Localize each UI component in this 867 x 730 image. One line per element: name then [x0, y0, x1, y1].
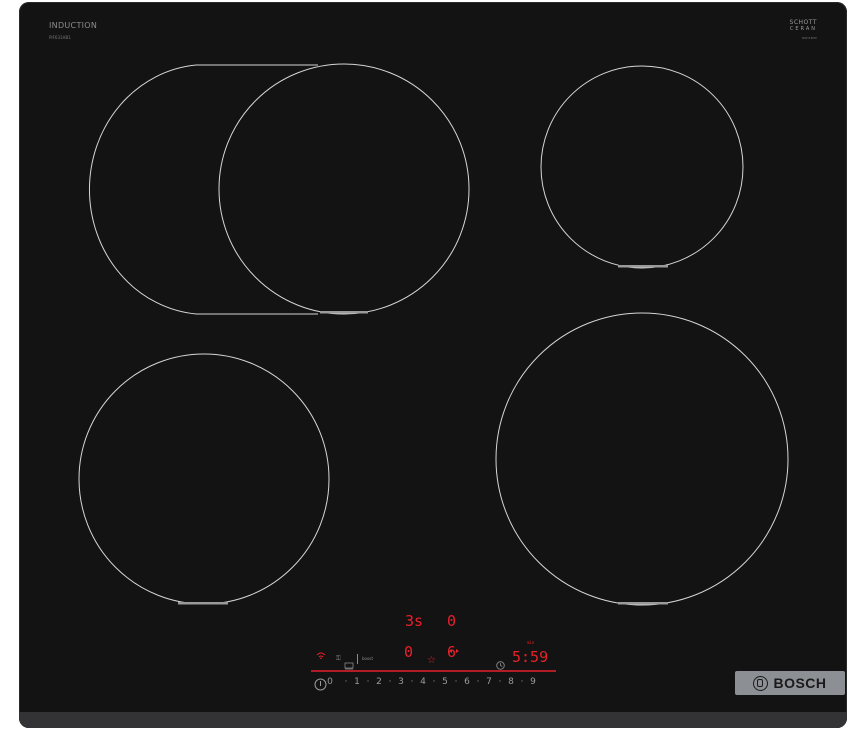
zone-bottom-left-marker — [178, 602, 228, 605]
scale-level-0[interactable]: 0 — [319, 677, 341, 687]
lock-icon: ⚿ — [336, 655, 341, 662]
zone-top-right-display: 0 — [447, 612, 457, 630]
scale-dot: · — [344, 677, 348, 687]
scale-dot: · — [498, 677, 502, 687]
scale-level-9[interactable]: 9 — [527, 677, 539, 687]
scale-level-7[interactable]: 7 — [483, 677, 495, 687]
flex-zone — [88, 63, 470, 315]
zone-top-left-display: 3s — [405, 612, 424, 630]
boost-label: boost — [362, 656, 374, 661]
scale-dot: · — [366, 677, 370, 687]
cooking-sensor-icon[interactable] — [344, 655, 354, 670]
zone-bottom-left-display: 0 — [404, 643, 414, 661]
zone-bottom-right-marker — [618, 602, 668, 605]
scale-level-6[interactable]: 6 — [461, 677, 473, 687]
scale-dot: · — [454, 677, 458, 687]
scale-dot: · — [432, 677, 436, 687]
zone-bottom-right — [495, 312, 789, 606]
scale-level-8[interactable]: 8 — [505, 677, 517, 687]
zone-bottom-left — [78, 353, 330, 605]
cooking-zones — [78, 63, 789, 672]
scale-level-1[interactable]: 1 — [351, 677, 363, 687]
scale-dot: · — [476, 677, 480, 687]
scale-level-5[interactable]: 5 — [439, 677, 451, 687]
scale-level-3[interactable]: 3 — [395, 677, 407, 687]
scale-level-4[interactable]: 4 — [417, 677, 429, 687]
scale-dot: · — [410, 677, 414, 687]
brand-name: BOSCH — [773, 675, 827, 691]
timer-display: 5:59 — [512, 648, 549, 666]
child-lock-button[interactable]: ⚿ — [336, 655, 341, 663]
star-icon[interactable]: ☆ — [427, 656, 436, 666]
power-level-slider[interactable]: 0 · 1 · 2 · 3 · 4 · 5 · 6 · 7 · 8 · 9 — [319, 677, 539, 687]
bosch-logo-badge: BOSCH — [735, 671, 845, 695]
wifi-icon[interactable] — [316, 644, 326, 660]
timer-unit-label: min — [527, 640, 535, 645]
scale-dot: · — [520, 677, 524, 687]
zone-top-right-marker — [618, 265, 668, 268]
bosch-logo-icon — [753, 675, 769, 691]
boost-button[interactable]: boost — [362, 656, 373, 661]
zone-select-indicator — [449, 638, 459, 653]
scale-level-2[interactable]: 2 — [373, 677, 385, 687]
divider — [357, 654, 358, 664]
clock-icon[interactable] — [496, 655, 505, 670]
flex-zone-marker — [320, 311, 368, 314]
scale-dot: · — [388, 677, 392, 687]
zone-top-right — [540, 65, 744, 269]
